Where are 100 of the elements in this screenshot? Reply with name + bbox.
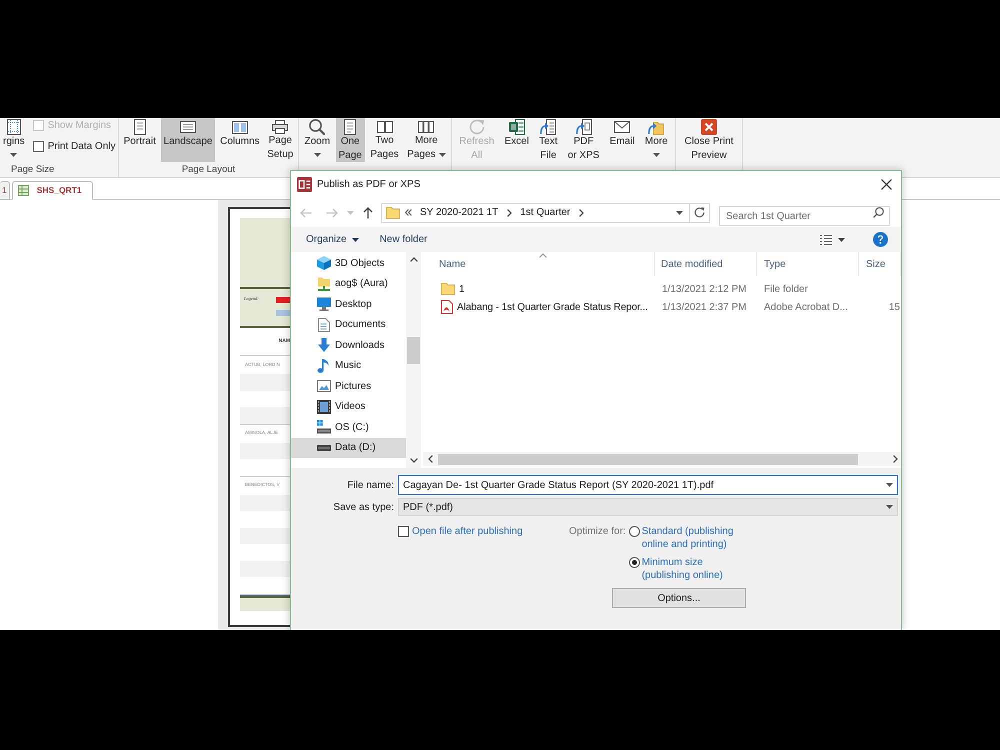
scrollbar-thumb[interactable] — [407, 337, 420, 364]
ribbon-button[interactable]: Page Setup — [264, 118, 296, 162]
checkbox-label[interactable]: Open file after publishing — [412, 525, 523, 538]
radio-button[interactable] — [628, 557, 640, 568]
row-band — [240, 374, 290, 390]
ribbon-button[interactable]: Close Print Preview — [682, 118, 736, 162]
landscape-page-icon — [180, 121, 196, 133]
radio-label[interactable]: Minimum size (publishing online) — [642, 556, 723, 582]
radio-button[interactable] — [628, 526, 640, 537]
drive-icon — [317, 444, 331, 451]
type-cell-text: File folder — [763, 282, 809, 296]
single-page-icon — [344, 119, 356, 135]
nav-pane-item[interactable]: Downloads — [291, 335, 406, 356]
columns-icon — [232, 120, 248, 134]
new-folder-button[interactable]: New folder — [380, 232, 428, 247]
optimize-label: Optimize for: — [569, 525, 626, 538]
music-note-icon — [317, 358, 331, 373]
row-band — [240, 442, 290, 459]
help-icon — [873, 232, 888, 247]
vertical-scrollbar[interactable] — [406, 252, 421, 468]
search-field[interactable]: Search 1st Quarter — [719, 206, 890, 226]
chevron-right-icon — [579, 208, 584, 216]
refresh-icon — [468, 119, 485, 135]
ribbon-button[interactable]: Email — [606, 118, 638, 162]
field-label: File name: — [346, 478, 395, 492]
file-name[interactable]: 1 — [459, 282, 464, 296]
desktop-icon — [317, 297, 331, 312]
organize-button[interactable]: Organize — [306, 232, 359, 247]
caret-icon — [886, 483, 893, 487]
breadcrumb[interactable]: SY 2020-2021 1T — [420, 205, 498, 220]
multi-page-icon — [418, 120, 434, 132]
checkbox[interactable] — [398, 526, 409, 537]
nav-pane-item[interactable]: aog$ (Aura) — [291, 274, 406, 294]
report-footer-band — [240, 598, 290, 610]
picture-icon — [317, 379, 331, 394]
scrollbar-thumb[interactable] — [438, 454, 858, 464]
object-tab[interactable]: SHS_QRT1 — [12, 181, 93, 200]
folder-icon — [441, 283, 455, 295]
document-icon — [441, 300, 453, 314]
envelope-icon — [614, 121, 630, 133]
ribbon-button[interactable]: One Page — [336, 118, 365, 162]
nav-pane-item[interactable]: Pictures — [291, 376, 406, 396]
nav-pane-item[interactable]: OS (C:) — [291, 417, 406, 438]
refresh-icon — [694, 207, 705, 218]
ribbon-button[interactable]: rgins — [0, 118, 28, 162]
ribbon-button[interactable]: Columns — [217, 118, 263, 162]
file-name[interactable]: Alabang - 1st Quarter Grade Status Repor... — [457, 300, 648, 314]
caret-icon — [438, 153, 446, 157]
ribbon-button[interactable]: Excel — [501, 118, 532, 162]
view-list-icon — [820, 234, 832, 244]
chevron-up-icon — [410, 257, 418, 262]
radio-label[interactable]: Standard (publishing online and printing) — [642, 525, 734, 551]
chevron-down-icon — [410, 458, 418, 463]
ribbon-button[interactable]: Portrait — [120, 118, 159, 162]
cube-icon — [317, 256, 331, 270]
app-icon — [297, 177, 312, 192]
ribbon-button[interactable]: Zoom — [301, 118, 334, 162]
ribbon-button[interactable]: More — [642, 118, 671, 162]
close-icon — [881, 179, 892, 190]
table-icon — [18, 185, 29, 196]
nav-pane-item[interactable]: Music — [291, 356, 406, 376]
caret-icon — [10, 153, 18, 157]
horizontal-scrollbar[interactable] — [423, 452, 901, 466]
breadcrumb[interactable]: 1st Quarter — [520, 205, 570, 220]
options-button[interactable]: Options... — [612, 588, 746, 608]
nav-pane-item[interactable]: Data (D:) — [291, 438, 406, 458]
column-header[interactable]: Size — [859, 252, 901, 276]
report-header-band — [240, 218, 290, 287]
chevron-right-icon — [507, 208, 512, 216]
ribbon-button[interactable]: Text File — [536, 118, 561, 162]
network-folder-icon — [317, 276, 331, 291]
file-name-field[interactable]: Cagayan De- 1st Quarter Grade Status Report (SY 2020-2021 1T).pdf — [398, 475, 898, 495]
column-header[interactable]: Type — [757, 252, 859, 276]
nav-pane-item[interactable]: Desktop — [291, 294, 406, 314]
address-bar[interactable]: SY 2020-2021 1T 1st Quarter — [381, 202, 710, 222]
download-arrow-icon — [317, 338, 331, 352]
checkbox[interactable] — [32, 140, 44, 152]
save-type-dropdown[interactable]: PDF (*.pdf) — [398, 498, 898, 516]
sort-caret-icon — [538, 253, 546, 258]
arrow-up-icon — [363, 206, 373, 218]
nav-pane-item[interactable]: Documents — [291, 314, 406, 335]
view-options-button[interactable] — [820, 234, 845, 244]
ribbon-button[interactable]: Landscape — [160, 118, 216, 162]
caret-icon — [346, 210, 354, 214]
chevron-right-icon — [892, 455, 898, 463]
ribbon-button[interactable]: Two Pages — [367, 118, 402, 162]
object-tab[interactable]: 1 — [0, 181, 10, 200]
row-band — [240, 407, 290, 424]
group-label: Page Layout — [182, 164, 236, 175]
ribbon-button[interactable]: PDF or XPS — [564, 118, 602, 162]
column-header[interactable]: Date modified — [655, 252, 757, 276]
caret-icon — [886, 505, 893, 509]
size-cell-text: 15 — [888, 300, 900, 314]
ribbon-button[interactable]: More Pages — [404, 118, 449, 162]
group-label: Page Size — [11, 164, 54, 175]
nav-pane-item[interactable]: Videos — [291, 396, 406, 417]
checkbox-label[interactable]: Print Data Only — [48, 138, 116, 154]
date-modified-cell-text: 1/13/2021 2:12 PM — [661, 282, 748, 296]
column-header[interactable]: Name — [423, 252, 655, 276]
nav-pane-item[interactable]: 3D Objects — [291, 253, 406, 274]
